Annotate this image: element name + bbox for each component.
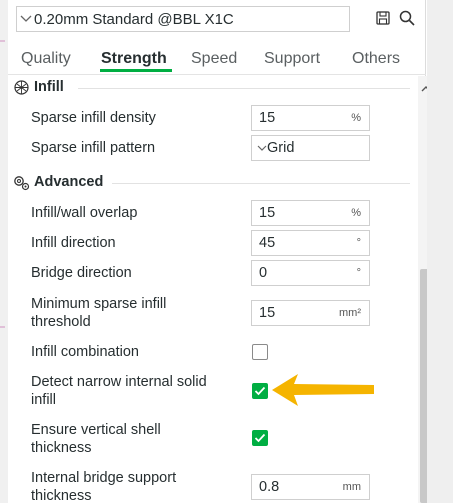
infill-wall-overlap-label: Infill/wall overlap <box>31 205 138 221</box>
chevron-down-icon <box>20 12 34 26</box>
section-advanced-header: Advanced <box>12 173 103 191</box>
edge-mark <box>0 326 5 328</box>
save-icon[interactable] <box>374 9 392 27</box>
bridge-direction-input[interactable]: 0 ° <box>251 260 370 286</box>
infill-direction-input[interactable]: 45 ° <box>251 230 370 256</box>
ensure-vertical-shell-label: Ensure vertical shell thickness <box>31 422 161 456</box>
bridge-direction-label: Bridge direction <box>31 265 132 281</box>
infill-combination-label: Infill combination <box>31 344 139 360</box>
sparse-infill-pattern-select[interactable]: Grid <box>251 135 370 161</box>
tab-speed[interactable]: Speed <box>191 50 237 68</box>
infill-grid-icon <box>12 78 30 96</box>
viewport-background <box>427 0 453 503</box>
annotation-arrow-icon <box>272 374 374 406</box>
section-title: Advanced <box>34 174 104 190</box>
print-settings-panel: 0.20mm Standard @BBL X1C Quality Strengt… <box>8 0 434 503</box>
tab-others[interactable]: Others <box>352 50 400 68</box>
tab-quality[interactable]: Quality <box>21 50 71 68</box>
tabs-divider <box>8 74 426 75</box>
settings-tabs: Quality Strength Speed Support Others <box>8 44 426 74</box>
chevron-down-icon <box>257 141 267 155</box>
section-divider <box>112 183 410 184</box>
min-sparse-infill-threshold-label: Minimum sparse infill threshold <box>31 296 167 330</box>
section-divider <box>78 88 410 89</box>
left-edge-strip <box>0 0 8 503</box>
sparse-infill-pattern-label: Sparse infill pattern <box>31 140 156 156</box>
internal-bridge-support-label: Internal bridge support thickness <box>31 470 177 503</box>
tab-strength[interactable]: Strength <box>101 50 167 68</box>
sparse-infill-density-input[interactable]: 15 % <box>251 105 370 131</box>
edge-mark <box>0 40 5 42</box>
infill-combination-checkbox[interactable] <box>252 344 268 360</box>
gears-icon <box>12 173 30 191</box>
section-title: Infill <box>34 79 64 95</box>
checkmark-icon <box>254 433 266 443</box>
tab-support[interactable]: Support <box>264 50 320 68</box>
sparse-infill-density-label: Sparse infill density <box>31 110 156 126</box>
min-sparse-infill-threshold-input[interactable]: 15 mm² <box>251 300 370 326</box>
active-tab-indicator <box>100 69 172 72</box>
preset-dropdown[interactable]: 0.20mm Standard @BBL X1C <box>16 6 350 32</box>
section-infill-header: Infill <box>12 78 64 96</box>
infill-wall-overlap-input[interactable]: 15 % <box>251 200 370 226</box>
search-icon[interactable] <box>398 9 416 27</box>
ensure-vertical-shell-checkbox[interactable] <box>252 430 268 446</box>
checkmark-icon <box>254 386 266 396</box>
internal-bridge-support-input[interactable]: 0.8 mm <box>251 474 370 500</box>
preset-name: 0.20mm Standard @BBL X1C <box>34 10 234 28</box>
infill-direction-label: Infill direction <box>31 235 116 251</box>
detect-narrow-solid-infill-label: Detect narrow internal solid infill <box>31 374 207 408</box>
detect-narrow-solid-infill-checkbox[interactable] <box>252 383 268 399</box>
